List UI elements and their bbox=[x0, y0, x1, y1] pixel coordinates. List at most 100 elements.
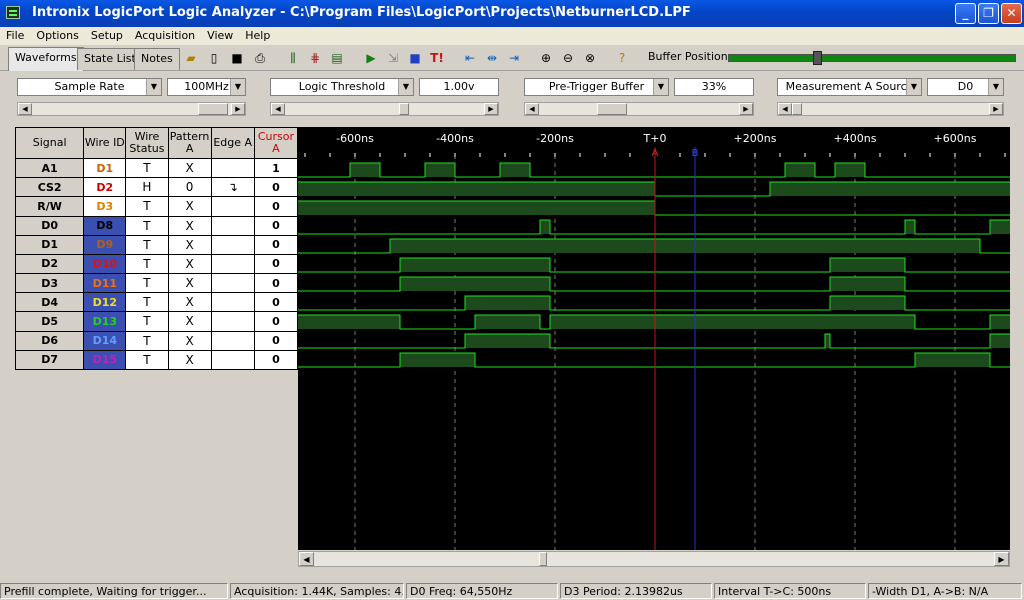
edge-value[interactable] bbox=[210, 349, 255, 371]
wire-id[interactable]: D12 bbox=[83, 292, 127, 313]
pattern-value[interactable]: X bbox=[167, 157, 212, 179]
close-button[interactable]: ✕ bbox=[1001, 3, 1022, 24]
wire-id[interactable]: D15 bbox=[83, 349, 127, 371]
pattern-value[interactable]: X bbox=[167, 253, 212, 275]
wire-id[interactable]: D13 bbox=[83, 311, 127, 332]
menu-file[interactable]: File bbox=[0, 27, 30, 42]
slider-thumb[interactable] bbox=[198, 103, 228, 115]
wire-id[interactable]: D8 bbox=[83, 215, 127, 236]
logic-threshold-select[interactable]: Logic Threshold ▼ bbox=[270, 78, 414, 96]
cursor-value[interactable]: 1 bbox=[253, 157, 299, 179]
scroll-left-icon[interactable]: ◀ bbox=[299, 552, 314, 566]
wire-status[interactable]: T bbox=[125, 292, 169, 313]
wire-status[interactable]: T bbox=[125, 311, 169, 332]
menu-options[interactable]: Options bbox=[30, 27, 84, 42]
cursor-value[interactable]: 0 bbox=[253, 349, 299, 371]
right-arrow-icon[interactable]: ▶ bbox=[484, 103, 498, 115]
pattern-value[interactable]: 0 bbox=[167, 177, 212, 198]
signal-row[interactable]: CS2 D2 H 0 ↴ 0 bbox=[14, 177, 299, 198]
pattern-value[interactable]: X bbox=[167, 234, 212, 255]
goto-end-icon[interactable]: ⇥ bbox=[505, 49, 523, 67]
help-icon[interactable]: ? bbox=[613, 49, 631, 67]
wire-status[interactable]: T bbox=[125, 349, 169, 371]
menu-view[interactable]: View bbox=[201, 27, 239, 42]
edge-value[interactable] bbox=[210, 215, 255, 236]
wire-id[interactable]: D3 bbox=[83, 196, 127, 217]
menu-setup[interactable]: Setup bbox=[85, 27, 129, 42]
logic-threshold-value[interactable]: 1.00v bbox=[419, 78, 499, 96]
sample-rate-slider[interactable]: ◀ ▶ bbox=[17, 102, 246, 116]
right-arrow-icon[interactable]: ▶ bbox=[739, 103, 753, 115]
cursor-value[interactable]: 0 bbox=[253, 273, 299, 294]
waveform-display[interactable]: -600ns -400ns -200ns T+0 +200ns +400ns +600ns A… bbox=[298, 127, 1010, 550]
menu-help[interactable]: Help bbox=[239, 27, 276, 42]
save-icon[interactable]: ■ bbox=[228, 49, 246, 67]
pattern-value[interactable]: X bbox=[167, 273, 212, 294]
cursor-value[interactable]: 0 bbox=[253, 311, 299, 332]
edge-value[interactable] bbox=[210, 292, 255, 313]
slider-thumb[interactable] bbox=[597, 103, 627, 115]
maximize-button[interactable]: ❐ bbox=[978, 3, 999, 24]
pattern-value[interactable]: X bbox=[167, 292, 212, 313]
left-arrow-icon[interactable]: ◀ bbox=[778, 103, 792, 115]
new-icon[interactable]: ▯ bbox=[205, 49, 223, 67]
signal-row[interactable]: A1 D1 T X 1 bbox=[14, 157, 299, 179]
signal-row[interactable]: D7 D15 T X 0 bbox=[14, 349, 299, 371]
edge-value[interactable] bbox=[210, 196, 255, 217]
stop-icon[interactable]: ■ bbox=[406, 49, 424, 67]
sample-rate-value[interactable]: 100MHz ▼ bbox=[167, 78, 246, 96]
signals-icon[interactable]: ⫼ bbox=[284, 49, 302, 67]
signal-row[interactable]: D1 D9 T X 0 bbox=[14, 234, 299, 255]
wire-id[interactable]: D14 bbox=[83, 330, 127, 351]
sample-rate-select[interactable]: Sample Rate ▼ bbox=[17, 78, 162, 96]
left-arrow-icon[interactable]: ◀ bbox=[271, 103, 285, 115]
pre-trigger-value[interactable]: 33% bbox=[674, 78, 754, 96]
cursor-value[interactable]: 0 bbox=[253, 234, 299, 255]
step-icon[interactable]: ⇲ bbox=[384, 49, 402, 67]
edge-value[interactable] bbox=[210, 253, 255, 275]
pattern-value[interactable]: X bbox=[167, 215, 212, 236]
cursor-value[interactable]: 0 bbox=[253, 330, 299, 351]
edge-value[interactable]: ↴ bbox=[210, 177, 255, 198]
logic-threshold-slider[interactable]: ◀ ▶ bbox=[270, 102, 499, 116]
cursor-value[interactable]: 0 bbox=[253, 253, 299, 275]
pre-trigger-select[interactable]: Pre-Trigger Buffer ▼ bbox=[524, 78, 669, 96]
tab-waveforms[interactable]: Waveforms bbox=[8, 47, 84, 71]
wire-status[interactable]: T bbox=[125, 215, 169, 236]
pattern-value[interactable]: X bbox=[167, 330, 212, 351]
pattern-value[interactable]: X bbox=[167, 311, 212, 332]
slider-thumb[interactable] bbox=[792, 103, 802, 115]
right-arrow-icon[interactable]: ▶ bbox=[989, 103, 1003, 115]
signal-row[interactable]: D6 D14 T X 0 bbox=[14, 330, 299, 351]
cursor-value[interactable]: 0 bbox=[253, 177, 299, 198]
menu-acquisition[interactable]: Acquisition bbox=[129, 27, 201, 42]
pre-trigger-slider[interactable]: ◀ ▶ bbox=[524, 102, 754, 116]
wire-status[interactable]: T bbox=[125, 273, 169, 294]
zoom-in-icon[interactable]: ⊕ bbox=[537, 49, 555, 67]
right-arrow-icon[interactable]: ▶ bbox=[231, 103, 245, 115]
pattern-value[interactable]: X bbox=[167, 349, 212, 371]
edge-value[interactable] bbox=[210, 330, 255, 351]
wire-id[interactable]: D2 bbox=[83, 177, 127, 198]
edge-value[interactable] bbox=[210, 311, 255, 332]
waveform-scroll-thumb[interactable] bbox=[539, 552, 547, 566]
wire-status[interactable]: T bbox=[125, 234, 169, 255]
left-arrow-icon[interactable]: ◀ bbox=[18, 103, 32, 115]
edge-value[interactable] bbox=[210, 273, 255, 294]
waveform-scrollbar[interactable]: ◀ ▶ bbox=[298, 551, 1010, 567]
wire-status[interactable]: T bbox=[125, 196, 169, 217]
trigger-setup-icon[interactable]: ⋕ bbox=[306, 49, 324, 67]
cursor-value[interactable]: 0 bbox=[253, 215, 299, 236]
minimize-button[interactable]: _ bbox=[955, 3, 976, 24]
wire-id[interactable]: D10 bbox=[83, 253, 127, 275]
wire-id[interactable]: D9 bbox=[83, 234, 127, 255]
signal-row[interactable]: R/W D3 T X 0 bbox=[14, 196, 299, 217]
signal-row[interactable]: D3 D11 T X 0 bbox=[14, 273, 299, 294]
buffer-position-thumb[interactable] bbox=[813, 51, 822, 65]
group-icon[interactable]: ▤ bbox=[328, 49, 346, 67]
force-trigger-icon[interactable]: T! bbox=[428, 49, 446, 67]
measurement-source-value[interactable]: D0 ▼ bbox=[927, 78, 1004, 96]
tab-notes[interactable]: Notes bbox=[134, 48, 180, 70]
measurement-source-select[interactable]: Measurement A Source ▼ bbox=[777, 78, 922, 96]
run-icon[interactable]: ▶ bbox=[362, 49, 380, 67]
